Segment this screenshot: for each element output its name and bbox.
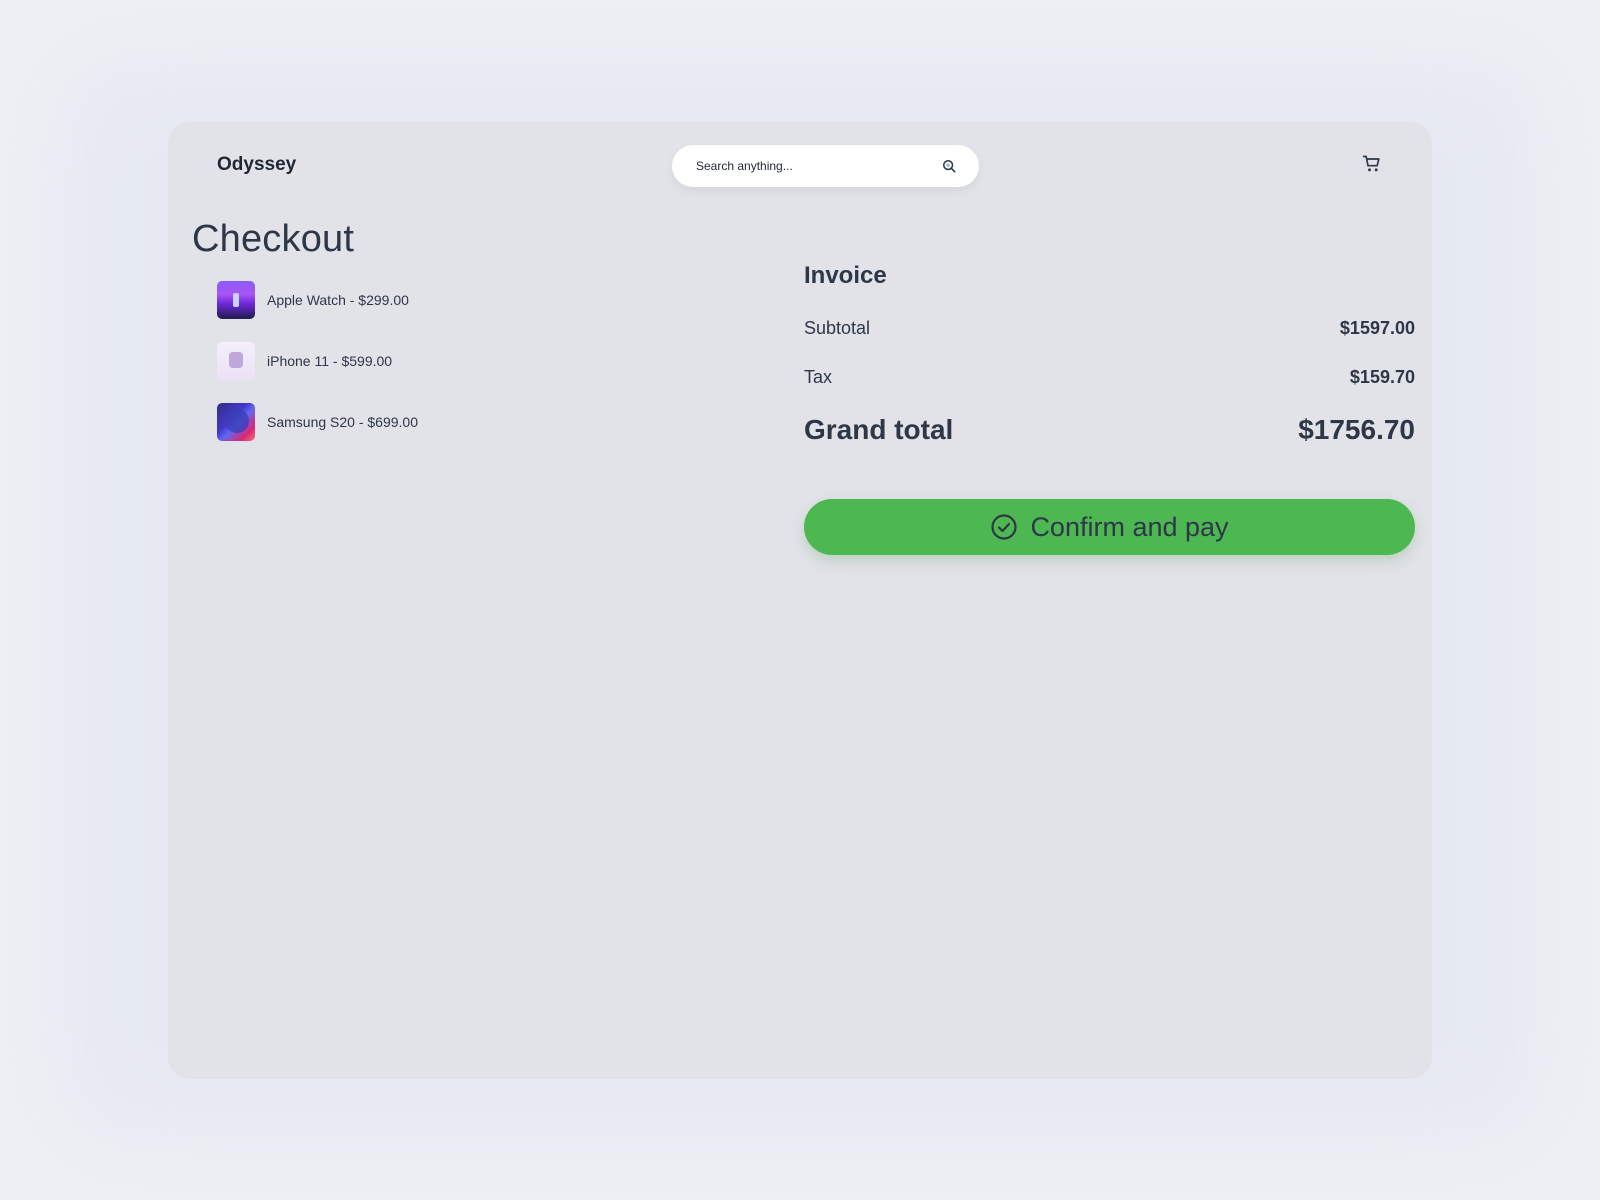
grand-total-row: Grand total $1756.70: [804, 410, 1415, 450]
confirm-and-pay-button[interactable]: Confirm and pay: [804, 499, 1415, 555]
cart-item[interactable]: Apple Watch - $299.00: [217, 281, 418, 319]
cart-item-label: Apple Watch - $299.00: [267, 292, 409, 308]
checkout-card: Odyssey Checkout Apple Watch - $299.00 i…: [168, 122, 1432, 1079]
cart-item-label: iPhone 11 - $599.00: [267, 353, 393, 369]
product-thumbnail: [217, 403, 255, 441]
cart-item[interactable]: iPhone 11 - $599.00: [217, 342, 418, 380]
cart-item[interactable]: Samsung S20 - $699.00: [217, 403, 418, 441]
search-bar[interactable]: [672, 145, 979, 187]
tax-row: Tax $159.70: [804, 364, 1415, 390]
brand-logo[interactable]: Odyssey: [217, 154, 296, 176]
tax-label: Tax: [804, 366, 833, 387]
product-thumbnail: [217, 281, 255, 319]
search-input[interactable]: [696, 145, 936, 187]
subtotal-row: Subtotal $1597.00: [804, 315, 1415, 341]
check-circle-icon: [991, 514, 1018, 540]
product-thumbnail: [217, 342, 255, 380]
subtotal-value: $1597.00: [1339, 317, 1415, 338]
grand-total-value: $1756.70: [1298, 414, 1415, 445]
grand-total-label: Grand total: [804, 414, 954, 445]
cart-icon[interactable]: [1362, 154, 1382, 174]
subtotal-label: Subtotal: [804, 317, 871, 338]
confirm-and-pay-label: Confirm and pay: [1030, 511, 1229, 542]
cart-item-label: Samsung S20 - $699.00: [267, 414, 418, 430]
page-title: Checkout: [192, 218, 355, 260]
search-icon[interactable]: [942, 159, 956, 173]
invoice-panel: Invoice Subtotal $1597.00 Tax $159.70 Gr…: [804, 262, 1415, 450]
tax-value: $159.70: [1349, 366, 1415, 387]
cart-item-list: Apple Watch - $299.00 iPhone 11 - $599.0…: [217, 281, 418, 464]
invoice-title: Invoice: [804, 262, 887, 289]
